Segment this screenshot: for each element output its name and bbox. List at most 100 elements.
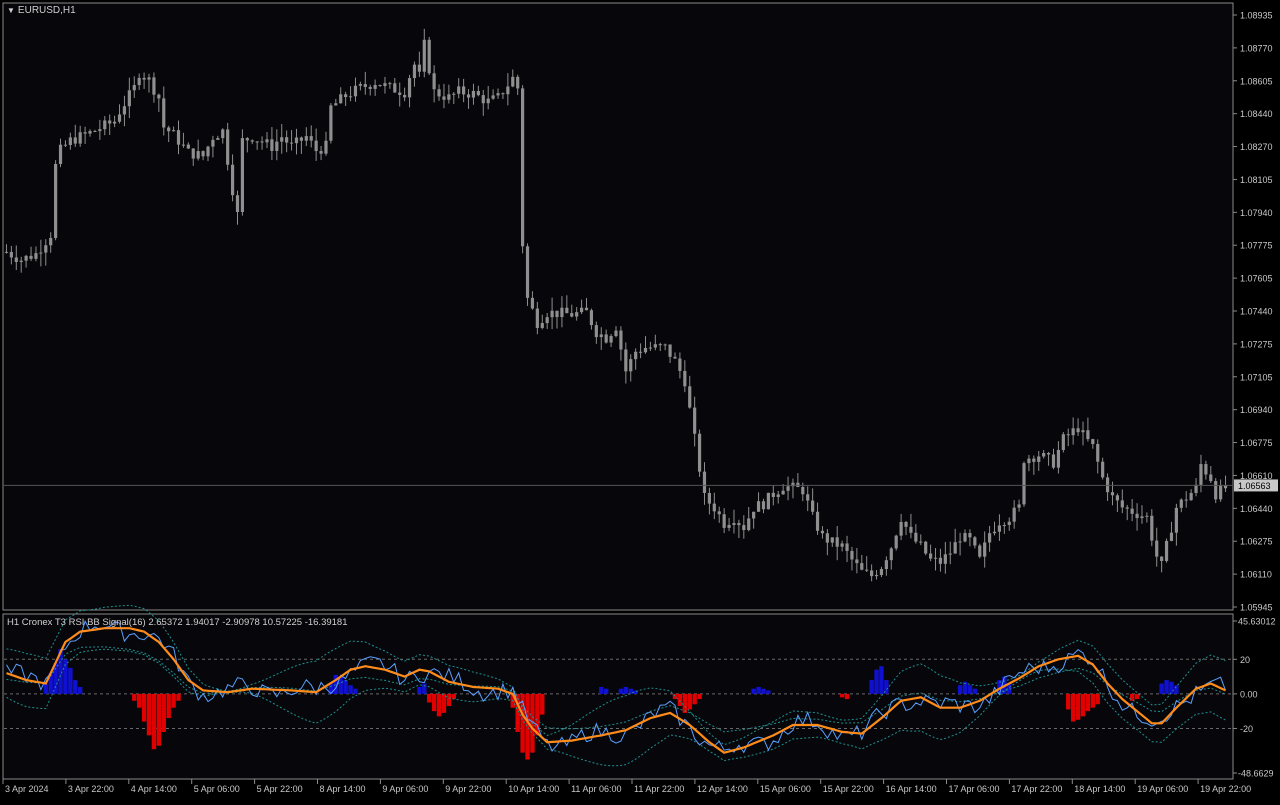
candle-body <box>1209 474 1213 482</box>
candle-body <box>353 85 358 97</box>
candle-body <box>1002 525 1006 527</box>
candle-body <box>98 129 102 132</box>
candle-body <box>176 130 181 145</box>
time-tick-label: 11 Apr 22:00 <box>634 784 684 794</box>
candle-body <box>14 257 18 263</box>
candle-body <box>206 146 210 157</box>
candle-body <box>432 73 436 90</box>
candle-body <box>688 386 692 408</box>
candle-body <box>1204 464 1208 475</box>
candle-body <box>958 541 962 543</box>
candle-body <box>530 297 535 309</box>
histogram-bar-up <box>972 688 978 694</box>
indicator-tick-label: 45.63012 <box>1238 617 1276 627</box>
candle-body <box>968 533 972 538</box>
candle-body <box>58 144 63 164</box>
histogram-bar-down <box>151 693 157 750</box>
candle-body <box>987 533 992 543</box>
candle-body <box>108 120 112 124</box>
candle-body <box>1184 499 1188 501</box>
candle-body <box>565 307 569 314</box>
candle-body <box>137 77 141 86</box>
candle-body <box>54 163 58 238</box>
histogram-bar-down <box>1090 693 1096 708</box>
candle-body <box>29 255 33 259</box>
candle-body <box>1037 456 1041 462</box>
candle-body <box>560 307 564 318</box>
histogram-bar-down <box>176 693 181 701</box>
candle-body <box>1096 444 1100 462</box>
indicator-tick-label: 20 <box>1240 655 1250 665</box>
candle-body <box>358 84 362 86</box>
candle-body <box>879 569 884 576</box>
chart-title: ▼ EURUSD,H1 <box>7 5 76 16</box>
candle-body <box>584 307 589 311</box>
price-tick-label: 1.06775 <box>1240 438 1273 448</box>
candle-body <box>1145 515 1149 517</box>
candle-body <box>1194 484 1198 493</box>
candle-body <box>348 96 353 98</box>
candle-body <box>1115 495 1119 501</box>
histogram-bar-down <box>677 693 683 706</box>
histogram-bar-down <box>427 693 432 703</box>
price-tick-label: 1.08105 <box>1240 175 1273 185</box>
mt4-chart-window[interactable]: 1.08935 1.08770 1.08605 1.08440 1.08270 1.081… <box>0 0 1280 800</box>
time-tick-label: 8 Apr 14:00 <box>320 784 366 794</box>
candle-body <box>742 525 746 531</box>
candle-body <box>1066 434 1070 436</box>
histogram-bar-down <box>166 693 171 719</box>
candle-body <box>545 317 549 324</box>
time-tick-label: 12 Apr 14:00 <box>697 784 748 794</box>
candle-body <box>1120 500 1124 508</box>
price-tick-label: 1.06940 <box>1240 405 1273 415</box>
candle-body <box>398 92 402 95</box>
triangle-down-icon[interactable]: ▼ <box>7 6 15 15</box>
histogram-bar-up <box>967 685 973 694</box>
candle-body <box>820 530 825 534</box>
histogram-bar-down <box>692 693 697 705</box>
candle-body <box>9 251 13 258</box>
candle-body <box>211 139 215 147</box>
candle-body <box>604 334 608 343</box>
candle-body <box>186 144 190 149</box>
candle-body <box>629 359 633 372</box>
candle-body <box>407 78 412 98</box>
candle-body <box>943 554 947 564</box>
histogram-bar-up <box>1164 680 1169 694</box>
candle-body <box>226 129 230 165</box>
candle-body <box>575 312 579 317</box>
candle-body <box>1179 499 1183 508</box>
candle-body <box>1174 507 1178 533</box>
symbol-timeframe-label: EURUSD,H1 <box>17 5 76 16</box>
candle-body <box>167 127 171 132</box>
candle-body <box>181 144 186 146</box>
histogram-bar-down <box>161 693 166 732</box>
candle-body <box>914 532 918 542</box>
candle-body <box>481 95 485 104</box>
indicator-pane[interactable] <box>2 613 1234 780</box>
histogram-bar-up <box>751 688 756 694</box>
candle-body <box>860 563 864 570</box>
candle-body <box>442 96 446 100</box>
histogram-bar-down <box>1134 693 1140 700</box>
candle-body <box>319 151 323 154</box>
candle-body <box>216 138 220 140</box>
candle-body <box>304 136 308 141</box>
price-chart-pane[interactable] <box>2 2 1234 611</box>
candle-body <box>275 141 279 151</box>
histogram-bar-up <box>43 683 48 694</box>
price-tick-label: 1.08935 <box>1240 11 1273 21</box>
candle-body <box>1214 481 1218 500</box>
candle-body <box>624 349 628 372</box>
histogram-bar-down <box>146 693 152 736</box>
candle-body <box>570 313 574 317</box>
candle-body <box>752 511 756 519</box>
candle-body <box>476 90 480 96</box>
candle-body <box>511 76 515 87</box>
price-tick-label: 1.07440 <box>1240 307 1273 317</box>
chart-canvas[interactable]: 1.08935 1.08770 1.08605 1.08440 1.08270 1.081… <box>0 0 1280 800</box>
candle-body <box>403 94 407 98</box>
price-tick-label: 1.07275 <box>1240 339 1273 349</box>
candle-body <box>796 482 800 488</box>
candle-body <box>152 77 156 95</box>
